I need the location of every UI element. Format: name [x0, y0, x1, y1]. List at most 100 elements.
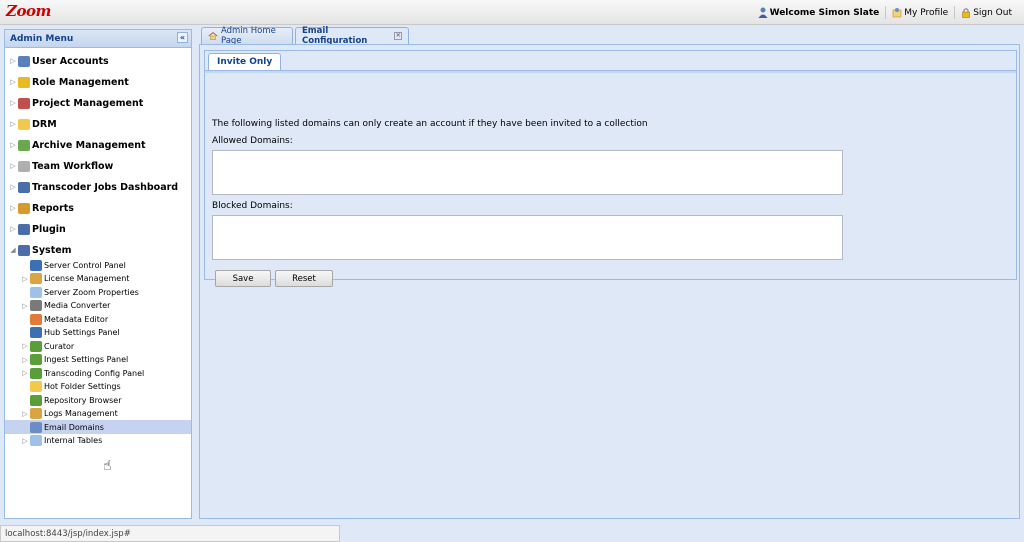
tab-invite-only[interactable]: Invite Only — [208, 53, 282, 70]
expand-arrow-icon[interactable]: ▷ — [9, 204, 17, 212]
save-button[interactable]: Save — [215, 270, 271, 287]
sidebar-item-label: System — [32, 244, 72, 256]
admin-menu-title: Admin Menu — [10, 34, 74, 44]
system-child-label: Email Domains — [44, 422, 104, 432]
expand-arrow-icon[interactable]: ▷ — [9, 162, 17, 170]
status-bar-url: localhost:8443/jsp/index.jsp# — [0, 525, 340, 542]
system-child-item[interactable]: Server Control Panel — [5, 258, 191, 272]
tab-email-configuration[interactable]: Email Configuration ✕ — [295, 26, 409, 46]
sidebar-item[interactable]: ▷ Transcoder Jobs Dashboard — [5, 180, 178, 194]
expand-arrow-icon[interactable]: ▷ — [9, 225, 17, 233]
system-child-item[interactable]: Metadata Editor — [5, 312, 191, 326]
system-child-item[interactable]: ▷ Logs Management — [5, 407, 191, 421]
sidebar-item[interactable]: ▷ Archive Management — [5, 138, 146, 152]
sign-out-link[interactable]: Sign Out — [955, 6, 1018, 19]
zoom-logo[interactable]: Zoom — [6, 2, 51, 20]
main-area: Admin Home Page Email Configuration ✕ In… — [199, 25, 1020, 519]
admin-menu-header: Admin Menu « — [5, 30, 191, 48]
my-profile-label: My Profile — [904, 7, 949, 18]
sidebar-item[interactable]: ▷ Project Management — [5, 96, 143, 110]
my-profile-link[interactable]: My Profile — [886, 6, 956, 19]
system-child-item[interactable]: Repository Browser — [5, 393, 191, 407]
expand-arrow-icon[interactable]: ▷ — [21, 437, 29, 445]
system-child-item[interactable]: Hub Settings Panel — [5, 326, 191, 340]
expand-arrow-icon[interactable]: ▷ — [21, 369, 29, 377]
tab-email-configuration-label: Email Configuration — [302, 26, 368, 46]
system-child-item[interactable]: ▷ Transcoding Config Panel — [5, 366, 191, 380]
tree-icon — [30, 394, 42, 406]
allowed-domains-label: Allowed Domains: — [212, 136, 293, 146]
sidebar-item-label: Reports — [32, 202, 74, 214]
system-child-label: Curator — [44, 341, 75, 351]
system-child-item[interactable]: Server Zoom Properties — [5, 285, 191, 299]
sidebar-item[interactable]: ▷ Team Workflow — [5, 159, 113, 173]
converter-icon — [30, 300, 42, 311]
system-child-label: Media Converter — [44, 301, 111, 310]
expand-arrow-icon[interactable]: ▷ — [21, 410, 29, 418]
sidebar-item[interactable]: ▷ User Accounts — [5, 54, 109, 68]
tab-admin-home-page[interactable]: Admin Home Page — [201, 26, 293, 46]
collapse-panel-button[interactable]: « — [177, 32, 188, 43]
system-child-label: Ingest Settings Panel — [44, 355, 129, 364]
sidebar-item[interactable]: ▷ Role Management — [5, 75, 129, 89]
expand-arrow-icon[interactable]: ▷ — [21, 356, 29, 364]
system-child-item[interactable]: ▷ License Management — [5, 272, 191, 286]
document-icon — [30, 273, 42, 284]
blocked-domains-field[interactable] — [212, 215, 843, 260]
tab-admin-home-page-label: Admin Home Page — [220, 26, 276, 46]
system-child-label: Hub Settings Panel — [44, 328, 120, 337]
system-child-item[interactable]: Email Domains — [5, 420, 191, 434]
reset-button[interactable]: Reset — [275, 270, 333, 287]
monitor-icon — [18, 244, 30, 256]
document-icon — [30, 408, 42, 419]
allowed-domains-field[interactable] — [212, 150, 843, 195]
expand-arrow-icon[interactable]: ▷ — [9, 141, 17, 149]
expand-arrow-icon[interactable]: ▷ — [21, 342, 29, 350]
sidebar-item-label: Team Workflow — [32, 160, 114, 172]
user-menu: Welcome Simon Slate My Profile Sign Out — [752, 6, 1018, 19]
tree-icon — [30, 354, 42, 365]
sidebar-item-label: Role Management — [32, 76, 129, 88]
folder-icon — [30, 381, 42, 392]
pie-chart-icon — [18, 97, 30, 109]
monitor-icon — [18, 223, 30, 235]
sidebar-item-label: Archive Management — [32, 139, 146, 151]
expand-arrow-icon[interactable]: ▷ — [21, 275, 29, 283]
editor-icon — [30, 313, 42, 325]
system-child-item[interactable]: ▷ Ingest Settings Panel — [5, 353, 191, 367]
sidebar-item-label: Project Management — [32, 97, 144, 109]
sidebar-item[interactable]: ◢ System — [5, 243, 72, 257]
system-child-label: Logs Management — [44, 409, 118, 418]
monitor-icon — [30, 259, 42, 271]
expand-arrow-icon[interactable]: ▷ — [9, 120, 17, 128]
welcome-item: Welcome Simon Slate — [752, 6, 887, 19]
profile-icon — [892, 8, 902, 18]
expand-arrow-icon[interactable]: ▷ — [9, 99, 17, 107]
sign-out-label: Sign Out — [973, 7, 1012, 18]
system-child-label: Metadata Editor — [44, 314, 109, 324]
close-tab-icon[interactable]: ✕ — [394, 32, 402, 40]
folder-icon — [18, 118, 30, 130]
system-child-label: Hot Folder Settings — [44, 382, 121, 391]
expand-arrow-icon[interactable]: ▷ — [9, 183, 17, 191]
system-child-item[interactable]: ▷ Internal Tables — [5, 434, 191, 448]
system-child-label: Server Zoom Properties — [44, 287, 139, 297]
system-child-item[interactable]: ▷ Media Converter — [5, 299, 191, 313]
tree-icon — [30, 367, 42, 379]
expand-arrow-icon[interactable]: ▷ — [21, 302, 29, 310]
sidebar-item[interactable]: ▷ DRM — [5, 117, 57, 131]
expand-arrow-icon[interactable]: ▷ — [9, 57, 17, 65]
system-child-item[interactable]: ▷ Curator — [5, 339, 191, 353]
system-child-label: License Management — [44, 274, 130, 283]
expanded-arrow-icon[interactable]: ◢ — [9, 246, 17, 254]
sidebar-item[interactable]: ▷ Reports — [5, 201, 74, 215]
expand-arrow-icon[interactable]: ▷ — [9, 78, 17, 86]
sidebar-item-label: Transcoder Jobs Dashboard — [32, 181, 179, 193]
user-icon — [758, 7, 768, 18]
sidebar-item-label: DRM — [32, 118, 57, 130]
tab-strip: Admin Home Page Email Configuration ✕ — [199, 25, 1020, 46]
sidebar-item-label: User Accounts — [32, 55, 109, 67]
top-bar: Zoom Welcome Simon Slate My Profile Sign… — [0, 0, 1024, 25]
sidebar-item[interactable]: ▷ Plugin — [5, 222, 66, 236]
system-child-item[interactable]: Hot Folder Settings — [5, 380, 191, 394]
